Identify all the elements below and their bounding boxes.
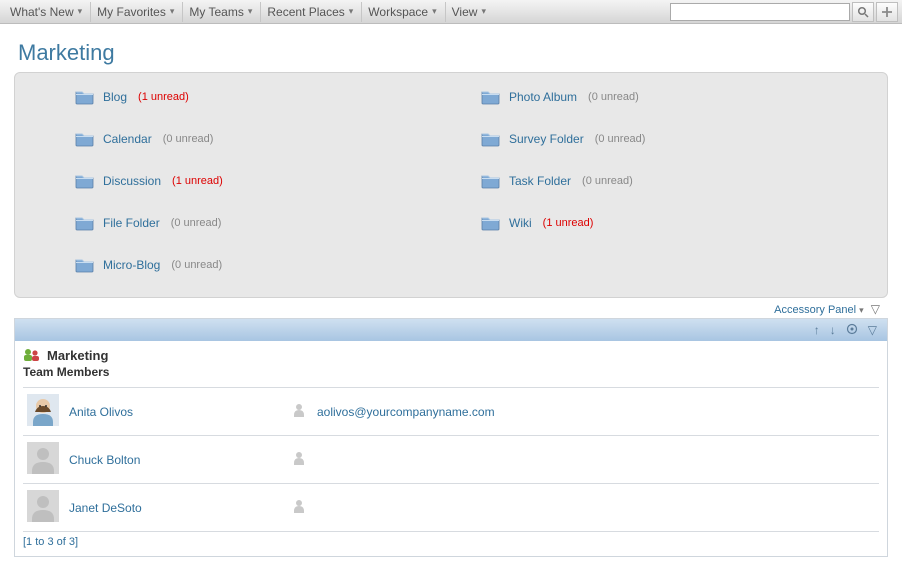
move-down-button[interactable]: ↓ (830, 323, 836, 337)
presence-icon (293, 452, 305, 468)
chevron-down-icon: ▾ (170, 6, 175, 17)
plus-icon (881, 6, 893, 18)
search-button[interactable] (852, 2, 874, 22)
table-row: Anita Olivos aolivos@yourcompanyname.com (23, 388, 879, 436)
unread-count: (0 unread) (595, 133, 646, 145)
chevron-down-icon: ▾ (481, 6, 486, 17)
folder-item[interactable]: Survey Folder (0 unread) (481, 131, 867, 147)
chevron-down-icon: ▾ (432, 6, 437, 17)
member-name[interactable]: Janet DeSoto (69, 501, 142, 515)
folder-item[interactable]: Discussion (1 unread) (75, 173, 461, 189)
panel-toolbar: ↑ ↓ ▽ (15, 319, 887, 341)
accessory-panel-toggle[interactable]: Accessory Panel ▾ ▽ (14, 298, 888, 318)
avatar (27, 442, 59, 474)
pager-text: [1 to 3 of 3] (23, 536, 879, 548)
nav-item[interactable]: Recent Places▾ (261, 2, 362, 22)
collapse-icon: ▽ (871, 302, 880, 316)
page-content: Marketing Blog (1 unread) Photo Album (0 un… (0, 24, 902, 573)
unread-count: (0 unread) (171, 217, 222, 229)
folder-link[interactable]: Calendar (103, 132, 152, 146)
folder-icon (75, 131, 95, 147)
chevron-down-icon: ▾ (248, 6, 253, 17)
team-header: Marketing (23, 347, 879, 363)
table-row: Chuck Bolton (23, 436, 879, 484)
team-panel: ↑ ↓ ▽ Marketing Team Members Anita Olivo… (14, 318, 888, 557)
nav-item[interactable]: My Teams▾ (183, 2, 261, 22)
folder-item[interactable]: Blog (1 unread) (75, 89, 461, 105)
folder-link[interactable]: Photo Album (509, 90, 577, 104)
nav-item[interactable]: Workspace▾ (362, 2, 445, 22)
unread-count: (1 unread) (172, 175, 223, 187)
add-button[interactable] (876, 2, 898, 22)
folder-icon (75, 173, 95, 189)
folder-icon (75, 89, 95, 105)
chevron-down-icon: ▾ (78, 6, 83, 17)
search-icon (857, 6, 869, 18)
top-nav: What's New▾My Favorites▾My Teams▾Recent … (0, 0, 902, 24)
folder-item[interactable]: Calendar (0 unread) (75, 131, 461, 147)
folder-icon (481, 89, 501, 105)
chevron-down-icon: ▾ (349, 6, 354, 17)
nav-item[interactable]: What's New▾ (4, 2, 91, 22)
search-input[interactable] (670, 3, 850, 21)
folder-link[interactable]: Blog (103, 90, 127, 104)
chevron-down-icon: ▾ (859, 305, 864, 315)
team-icon (23, 347, 41, 363)
folder-icon (75, 215, 95, 231)
folder-link[interactable]: Micro-Blog (103, 258, 160, 272)
nav-item[interactable]: My Favorites▾ (91, 2, 183, 22)
panel-collapse-button[interactable]: ▽ (868, 323, 877, 337)
table-row: Janet DeSoto (23, 484, 879, 532)
folder-link[interactable]: Discussion (103, 174, 161, 188)
folder-link[interactable]: File Folder (103, 216, 160, 230)
unread-count: (0 unread) (588, 91, 639, 103)
folder-icon (75, 257, 95, 273)
unread-count: (1 unread) (138, 91, 189, 103)
team-subtitle: Team Members (23, 365, 879, 379)
gear-icon (846, 323, 858, 335)
member-email[interactable]: aolivos@yourcompanyname.com (317, 405, 495, 419)
member-name[interactable]: Chuck Bolton (69, 453, 140, 467)
folder-link[interactable]: Survey Folder (509, 132, 584, 146)
folder-icon (481, 173, 501, 189)
folder-panel: Blog(1 unread)Photo Album(0 unread)Calen… (14, 72, 888, 298)
presence-icon (293, 500, 305, 516)
folder-item[interactable]: File Folder (0 unread) (75, 215, 461, 231)
folder-item[interactable]: Photo Album (0 unread) (481, 89, 867, 105)
member-name[interactable]: Anita Olivos (69, 405, 133, 419)
folder-link[interactable]: Task Folder (509, 174, 571, 188)
page-title: Marketing (18, 40, 888, 66)
folder-icon (481, 215, 501, 231)
unread-count: (0 unread) (171, 259, 222, 271)
unread-count: (0 unread) (163, 133, 214, 145)
avatar (27, 394, 59, 426)
move-up-button[interactable]: ↑ (814, 323, 820, 337)
presence-icon (293, 404, 305, 420)
folder-link[interactable]: Wiki (509, 216, 532, 230)
folder-item[interactable]: Wiki (1 unread) (481, 215, 867, 231)
nav-item[interactable]: View▾ (446, 2, 494, 22)
unread-count: (1 unread) (543, 217, 594, 229)
folder-icon (481, 131, 501, 147)
unread-count: (0 unread) (582, 175, 633, 187)
members-table: Anita Olivos aolivos@yourcompanyname.com C… (23, 387, 879, 532)
folder-item[interactable]: Task Folder (0 unread) (481, 173, 867, 189)
avatar (27, 490, 59, 522)
folder-item[interactable]: Micro-Blog (0 unread) (75, 257, 461, 273)
settings-button[interactable] (846, 323, 858, 338)
